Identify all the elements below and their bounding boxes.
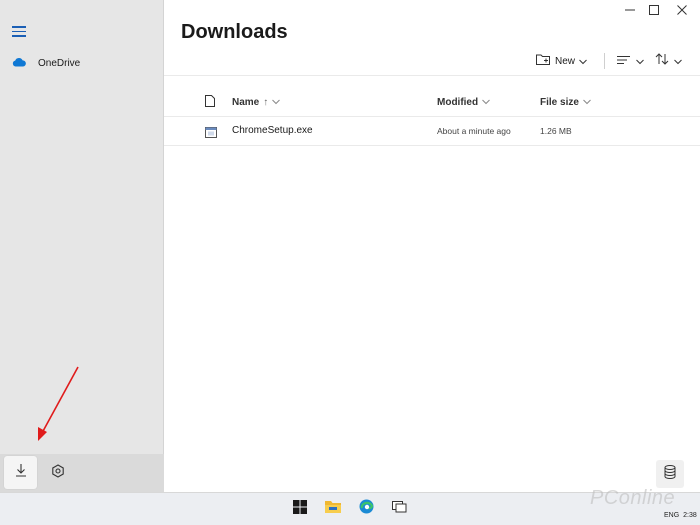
new-folder-icon <box>536 52 550 70</box>
new-button[interactable]: New <box>536 50 587 72</box>
file-explorer-button[interactable] <box>323 499 343 519</box>
header-divider <box>164 116 700 117</box>
column-label: Name <box>232 96 260 108</box>
cloud-icon <box>12 54 26 72</box>
database-icon <box>664 464 676 484</box>
chevron-down-icon <box>272 97 281 108</box>
column-header-name[interactable]: Name ↑ <box>232 94 281 110</box>
chevron-down-icon <box>674 52 682 70</box>
file-modified: About a minute ago <box>437 126 511 136</box>
download-icon <box>15 463 27 482</box>
task-view-button[interactable] <box>389 499 409 519</box>
settings-button[interactable] <box>44 459 72 487</box>
chevron-down-icon <box>482 97 490 108</box>
edge-icon <box>359 499 374 519</box>
system-tray[interactable]: ENG 2:38 <box>664 512 697 519</box>
view-options-button[interactable] <box>617 50 644 72</box>
hamburger-menu-icon[interactable] <box>12 26 26 38</box>
task-view-icon <box>391 500 407 518</box>
list-view-icon <box>617 52 631 70</box>
file-size: 1.26 MB <box>540 126 572 136</box>
downloads-button[interactable] <box>4 456 37 489</box>
chevron-down-icon <box>636 52 644 70</box>
maximize-button[interactable] <box>640 0 668 22</box>
column-header-modified[interactable]: Modified <box>437 94 490 110</box>
column-header-file-size[interactable]: File size <box>540 94 591 110</box>
toolbar-divider <box>164 75 700 76</box>
sort-button[interactable] <box>655 50 682 72</box>
file-icon <box>205 94 215 110</box>
gear-icon <box>51 463 65 483</box>
chevron-down-icon <box>579 52 587 70</box>
sidebar-item-onedrive[interactable]: OneDrive <box>12 54 80 72</box>
chevron-down-icon <box>583 97 591 108</box>
folder-icon <box>325 500 341 518</box>
edge-browser-button[interactable] <box>356 499 376 519</box>
annotation-arrow <box>38 366 79 441</box>
start-button[interactable] <box>290 499 310 519</box>
close-button[interactable] <box>668 0 696 22</box>
watermark: PConline <box>590 487 676 509</box>
exe-file-icon <box>205 125 217 143</box>
clock: 2:38 <box>683 512 697 519</box>
sort-ascending-icon: ↑ <box>263 96 269 108</box>
toolbar-separator <box>604 53 605 69</box>
file-name: ChromeSetup.exe <box>232 125 313 136</box>
storage-button[interactable] <box>656 460 684 488</box>
minimize-icon <box>625 2 635 20</box>
maximize-icon <box>649 2 659 20</box>
close-icon <box>677 2 687 20</box>
select-all-header[interactable] <box>205 94 215 110</box>
language-indicator: ENG <box>664 512 680 519</box>
column-label: File size <box>540 96 579 108</box>
sort-icon <box>655 52 669 70</box>
windows-logo-icon <box>293 499 307 519</box>
column-label: Modified <box>437 96 479 108</box>
sidebar-item-label: OneDrive <box>38 57 81 69</box>
new-button-label: New <box>555 55 576 67</box>
page-title: Downloads <box>181 21 288 43</box>
row-divider <box>164 145 700 146</box>
sidebar <box>0 0 164 492</box>
